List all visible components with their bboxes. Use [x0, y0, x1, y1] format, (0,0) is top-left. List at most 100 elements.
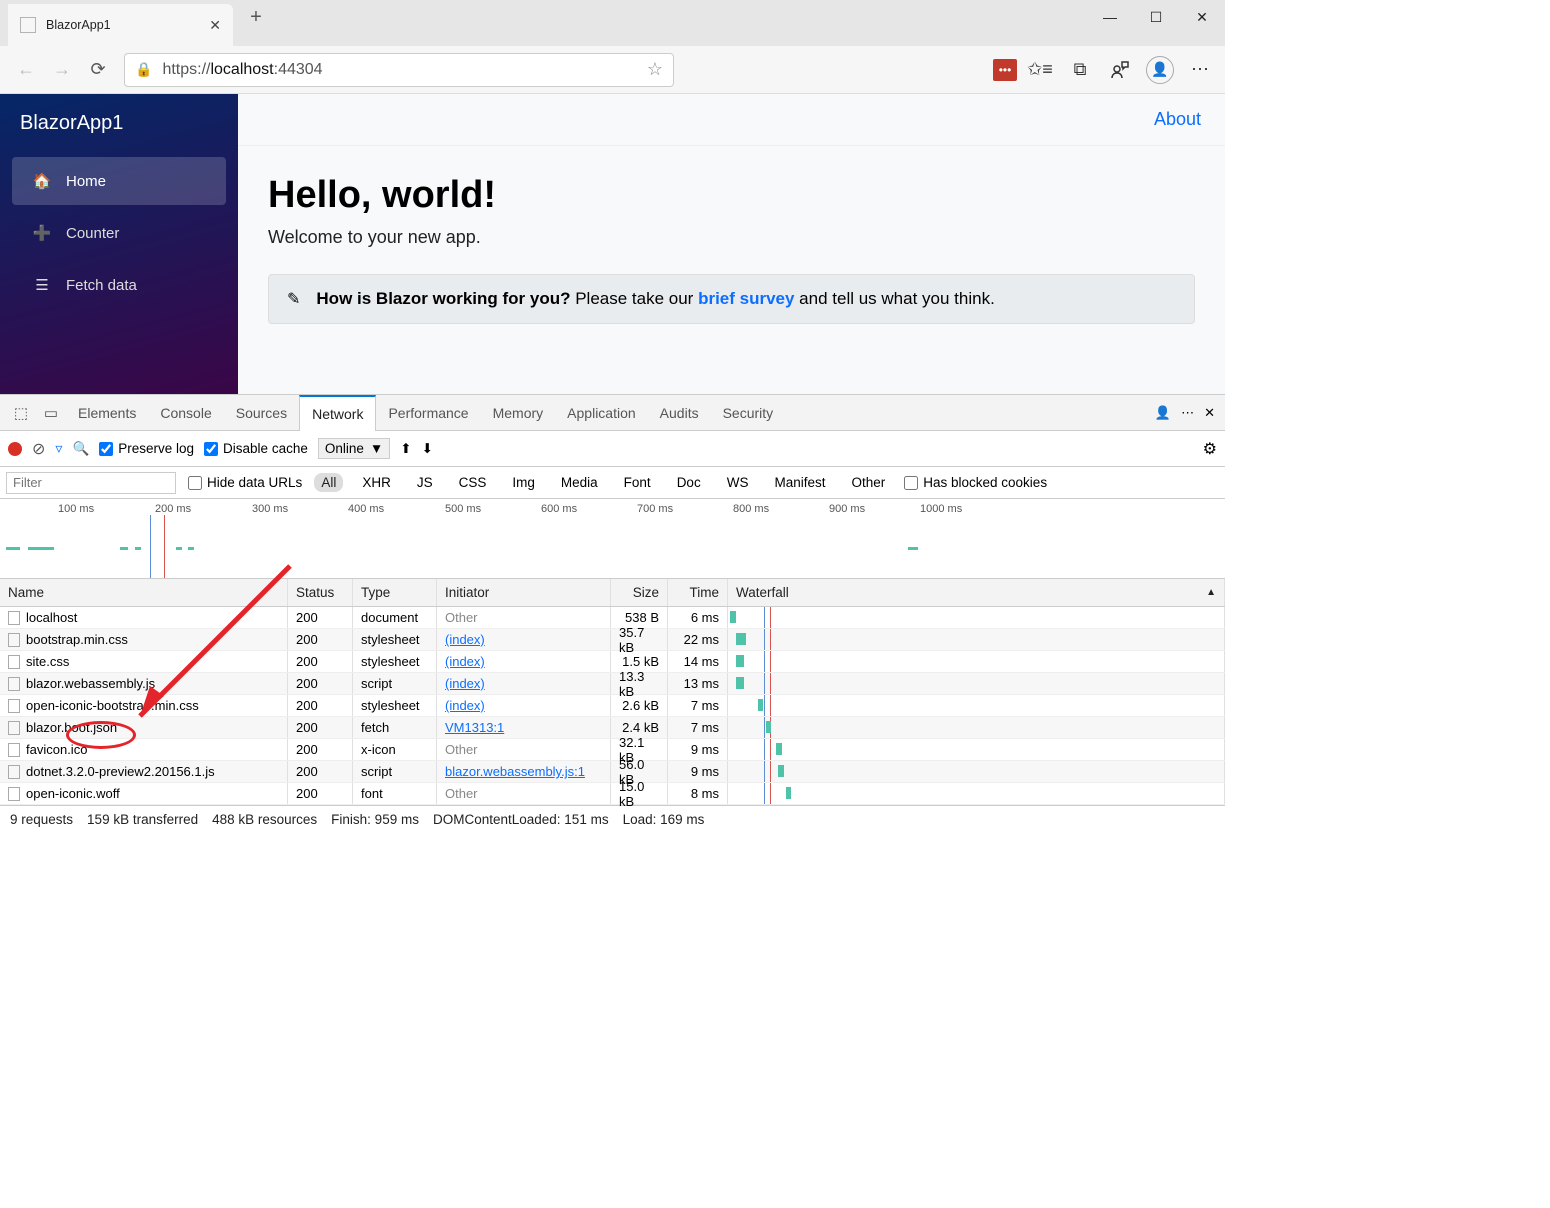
- initiator-link: Other: [445, 610, 478, 625]
- tab-elements[interactable]: Elements: [66, 395, 148, 431]
- devtools-tabs: ⬚ ▭ Elements Console Sources Network Per…: [0, 395, 1225, 431]
- col-name[interactable]: Name: [0, 579, 288, 606]
- refresh-button[interactable]: ⟳: [80, 52, 116, 88]
- inspect-icon[interactable]: ⬚: [6, 404, 36, 422]
- feedback-icon[interactable]: [1103, 53, 1137, 87]
- file-icon: [8, 677, 20, 691]
- col-type[interactable]: Type: [353, 579, 437, 606]
- initiator-link[interactable]: blazor.webassembly.js:1: [445, 764, 585, 779]
- person-icon: 👤: [1146, 56, 1174, 84]
- profile-button[interactable]: 👤: [1143, 53, 1177, 87]
- tab-audits[interactable]: Audits: [648, 395, 711, 431]
- browser-toolbar: ••• ✩≡ ⧉ 👤 ⋯: [993, 53, 1217, 87]
- address-bar[interactable]: 🔒 https://localhost:44304 ☆: [124, 53, 674, 87]
- col-status[interactable]: Status: [288, 579, 353, 606]
- initiator-link[interactable]: (index): [445, 698, 485, 713]
- browser-tab[interactable]: BlazorApp1 ✕: [8, 4, 233, 46]
- filter-pill-img[interactable]: Img: [505, 473, 542, 492]
- table-row[interactable]: open-iconic.woff200fontOther15.0 kB8 ms: [0, 783, 1225, 805]
- survey-text: How is Blazor working for you? Please ta…: [316, 289, 994, 309]
- status-requests: 9 requests: [10, 812, 73, 827]
- close-window-button[interactable]: ✕: [1179, 0, 1225, 34]
- filter-pill-all[interactable]: All: [314, 473, 343, 492]
- chevron-down-icon: ▼: [370, 441, 383, 456]
- tab-sources[interactable]: Sources: [224, 395, 299, 431]
- table-row[interactable]: dotnet.3.2.0-preview2.20156.1.js200scrip…: [0, 761, 1225, 783]
- back-button[interactable]: ←: [8, 52, 44, 88]
- initiator-link[interactable]: (index): [445, 654, 485, 669]
- table-row[interactable]: open-iconic-bootstrap.min.css200styleshe…: [0, 695, 1225, 717]
- download-icon[interactable]: ⬇: [422, 441, 433, 457]
- close-devtools-icon[interactable]: ✕: [1204, 405, 1215, 421]
- brand-title: BlazorApp1: [0, 94, 238, 153]
- collections-icon[interactable]: ⧉: [1063, 53, 1097, 87]
- throttling-select[interactable]: Online ▼: [318, 438, 390, 459]
- nav-home[interactable]: 🏠 Home: [12, 157, 226, 205]
- feedback-icon[interactable]: 👤: [1155, 405, 1171, 421]
- minimize-button[interactable]: —: [1087, 0, 1133, 34]
- col-waterfall[interactable]: Waterfall▲: [728, 579, 1225, 606]
- table-row[interactable]: blazor.boot.json200fetchVM1313:12.4 kB7 …: [0, 717, 1225, 739]
- col-size[interactable]: Size: [611, 579, 668, 606]
- table-row[interactable]: site.css200stylesheet(index)1.5 kB14 ms: [0, 651, 1225, 673]
- page-icon: [20, 17, 36, 33]
- clear-button[interactable]: ⊘: [32, 439, 45, 459]
- close-tab-icon[interactable]: ✕: [209, 17, 221, 34]
- tab-title: BlazorApp1: [46, 18, 209, 32]
- table-row[interactable]: localhost200documentOther538 B6 ms: [0, 607, 1225, 629]
- favorites-icon[interactable]: ✩≡: [1023, 53, 1057, 87]
- more-icon[interactable]: ⋯: [1181, 405, 1194, 421]
- hide-data-urls-checkbox[interactable]: Hide data URLs: [188, 475, 302, 490]
- preserve-log-checkbox[interactable]: Preserve log: [99, 441, 194, 456]
- upload-icon[interactable]: ⬆: [400, 441, 411, 457]
- col-time[interactable]: Time: [668, 579, 728, 606]
- nav-fetch-data[interactable]: ☰ Fetch data: [12, 261, 226, 309]
- settings-icon[interactable]: ⚙: [1203, 439, 1217, 459]
- initiator-link[interactable]: (index): [445, 676, 485, 691]
- device-toggle-icon[interactable]: ▭: [36, 404, 66, 422]
- tab-performance[interactable]: Performance: [376, 395, 480, 431]
- filter-pill-font[interactable]: Font: [617, 473, 658, 492]
- record-button[interactable]: [8, 442, 22, 456]
- filter-input[interactable]: [6, 472, 176, 494]
- forward-button[interactable]: →: [44, 52, 80, 88]
- favorite-icon[interactable]: ☆: [647, 59, 663, 80]
- filter-pill-other[interactable]: Other: [844, 473, 892, 492]
- maximize-button[interactable]: ☐: [1133, 0, 1179, 34]
- filter-pill-js[interactable]: JS: [410, 473, 440, 492]
- filter-pill-doc[interactable]: Doc: [670, 473, 708, 492]
- search-icon[interactable]: 🔍: [72, 441, 89, 457]
- tab-application[interactable]: Application: [555, 395, 648, 431]
- col-initiator[interactable]: Initiator: [437, 579, 611, 606]
- filter-pill-css[interactable]: CSS: [452, 473, 494, 492]
- menu-button[interactable]: ⋯: [1183, 53, 1217, 87]
- filter-toggle-icon[interactable]: ▿: [55, 440, 62, 457]
- about-link[interactable]: About: [1154, 109, 1201, 130]
- window-controls: — ☐ ✕: [1087, 0, 1225, 34]
- table-row[interactable]: favicon.ico200x-iconOther32.1 kB9 ms: [0, 739, 1225, 761]
- tab-console[interactable]: Console: [148, 395, 223, 431]
- extension-icon[interactable]: •••: [993, 59, 1017, 81]
- nav-counter[interactable]: ➕ Counter: [12, 209, 226, 257]
- filter-pill-ws[interactable]: WS: [720, 473, 756, 492]
- timeline-overview[interactable]: 100 ms 200 ms 300 ms 400 ms 500 ms 600 m…: [0, 499, 1225, 579]
- filter-pill-manifest[interactable]: Manifest: [767, 473, 832, 492]
- disable-cache-checkbox[interactable]: Disable cache: [204, 441, 308, 456]
- new-tab-button[interactable]: +: [233, 6, 279, 29]
- has-blocked-cookies-checkbox[interactable]: Has blocked cookies: [904, 475, 1047, 490]
- initiator-link[interactable]: VM1313:1: [445, 720, 504, 735]
- filter-pill-media[interactable]: Media: [554, 473, 605, 492]
- tab-security[interactable]: Security: [711, 395, 786, 431]
- table-row[interactable]: bootstrap.min.css200stylesheet(index)35.…: [0, 629, 1225, 651]
- tab-memory[interactable]: Memory: [481, 395, 556, 431]
- table-header: Name Status Type Initiator Size Time Wat…: [0, 579, 1225, 607]
- initiator-link[interactable]: (index): [445, 632, 485, 647]
- tab-network[interactable]: Network: [299, 395, 376, 431]
- table-row[interactable]: blazor.webassembly.js200script(index)13.…: [0, 673, 1225, 695]
- filter-pill-xhr[interactable]: XHR: [355, 473, 398, 492]
- app-viewport: BlazorApp1 🏠 Home ➕ Counter ☰ Fetch data…: [0, 94, 1225, 394]
- survey-link[interactable]: brief survey: [698, 289, 794, 308]
- url-text: https://localhost:44304: [162, 61, 322, 79]
- status-transferred: 159 kB transferred: [87, 812, 198, 827]
- sidebar: BlazorApp1 🏠 Home ➕ Counter ☰ Fetch data: [0, 94, 238, 394]
